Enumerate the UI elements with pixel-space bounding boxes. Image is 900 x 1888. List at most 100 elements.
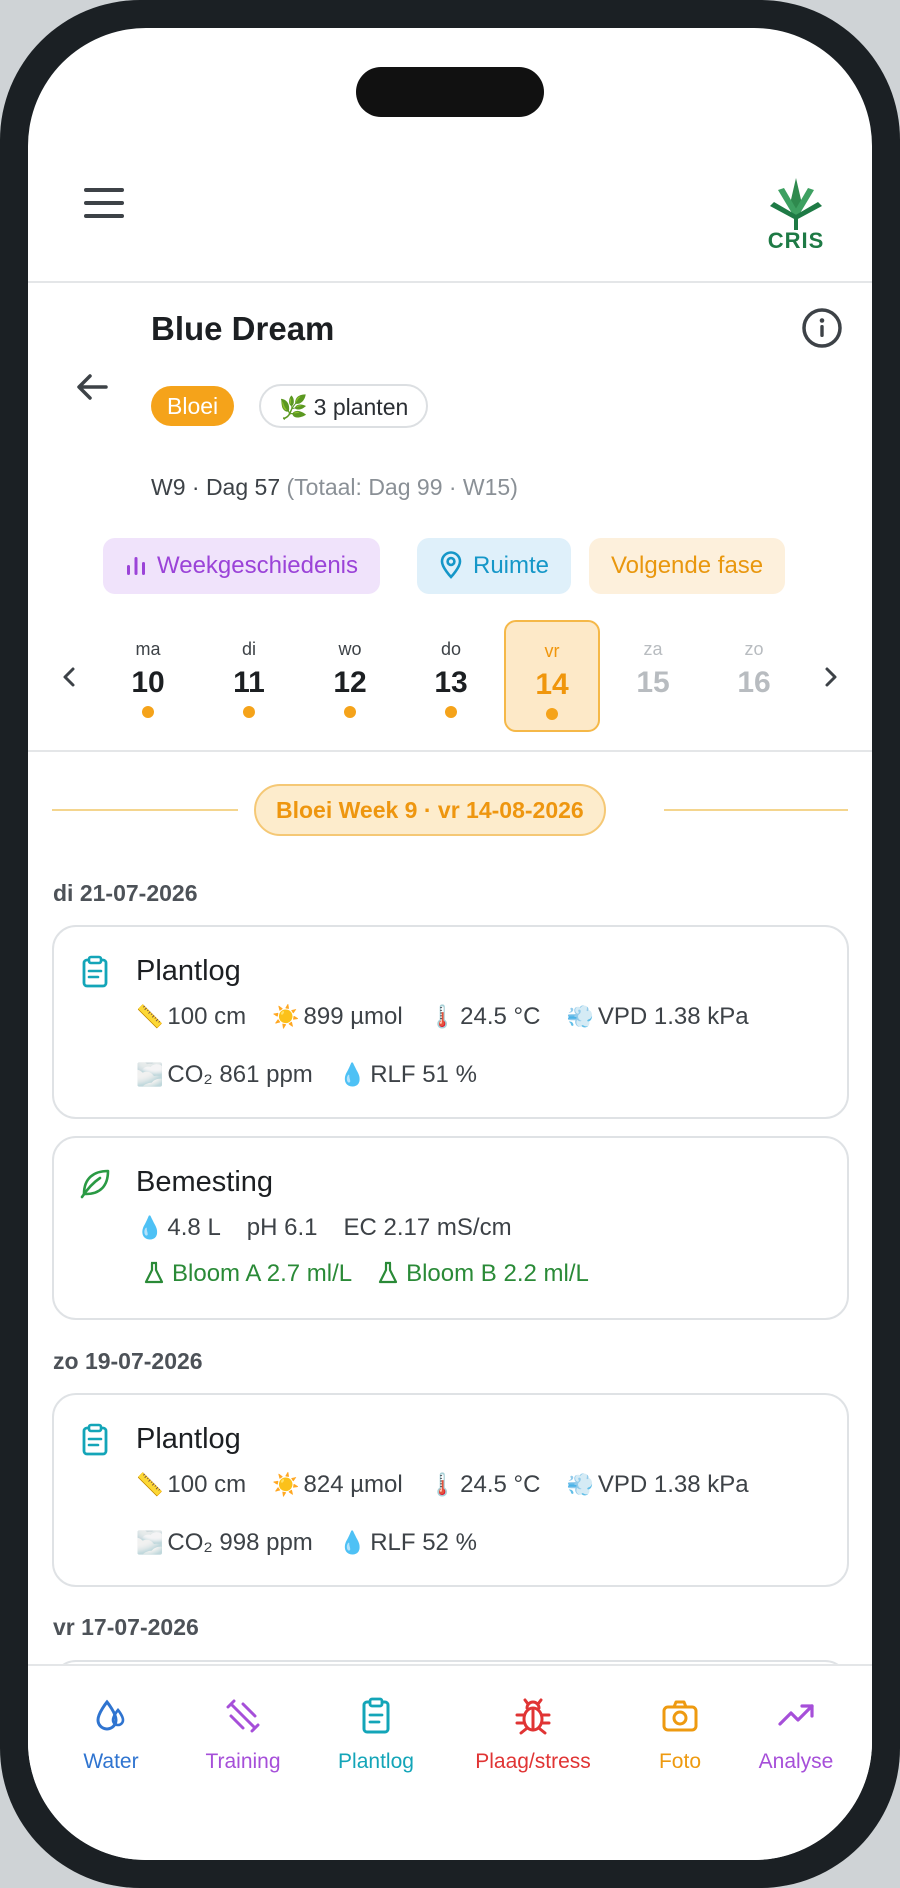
- day-name: do: [440, 639, 462, 659]
- nav-pest-stress[interactable]: Plaag/stress: [458, 1696, 608, 1774]
- card-title: Plantlog: [136, 955, 241, 987]
- hamburger-menu-icon[interactable]: [84, 188, 124, 222]
- ph-value: pH 6.1: [246, 1214, 318, 1241]
- thermometer-icon: 🌡️: [428, 1472, 457, 1497]
- week-banner: Bloei Week 9 · vr 14-08-2026: [254, 784, 606, 836]
- next-phase-button[interactable]: Volgende fase: [589, 538, 786, 594]
- total-days-label: (Totaal: Dag 99 · W15): [286, 474, 518, 500]
- app-screen: CRIS Blue Dream Bloei 🌿 3 planten W9 · Da…: [28, 28, 872, 1860]
- app-logo: CRIS: [748, 176, 844, 254]
- height-value: 100 cm: [167, 1003, 247, 1030]
- clipboard-icon: [362, 1697, 390, 1734]
- fog-icon: 🌫️: [136, 1530, 164, 1555]
- day-number: 14: [535, 668, 569, 701]
- humidity-value: RLF 51 %: [370, 1061, 477, 1088]
- plantlog-card[interactable]: Plantlog 📏 100 cm ☀️ 899 µmol 🌡️ 24.5 °C 💨 VPD …: [52, 925, 849, 1119]
- day-name: di: [241, 639, 256, 659]
- day-name: ma: [135, 639, 161, 659]
- ruler-icon: 📏: [136, 1004, 164, 1029]
- week-history-label: Weekgeschiedenis: [157, 552, 359, 579]
- map-pin-icon: [440, 550, 462, 579]
- wind-icon: 💨: [566, 1004, 594, 1029]
- bug-icon: [515, 1698, 551, 1735]
- next-week-chevron-icon[interactable]: [816, 662, 846, 692]
- nutrient-a-value: Bloom A 2.7 ml/L: [172, 1260, 353, 1287]
- nav-plantlog[interactable]: Plantlog: [321, 1696, 431, 1774]
- card-title: Bemesting: [136, 1166, 274, 1198]
- logo-text: CRIS: [767, 228, 825, 253]
- thermometer-icon: 🌡️: [428, 1004, 457, 1029]
- phone-frame: CRIS Blue Dream Bloei 🌿 3 planten W9 · Da…: [0, 0, 900, 1888]
- day-wo[interactable]: wo 12: [302, 620, 398, 732]
- nav-analysis[interactable]: Analyse: [746, 1696, 846, 1774]
- nav-label: Plaag/stress: [475, 1750, 591, 1773]
- leaf-icon: [78, 1166, 112, 1200]
- water-drops-icon: [96, 1699, 125, 1731]
- trend-up-icon: [778, 1704, 814, 1726]
- entry-date-header: zo 19-07-2026: [53, 1348, 203, 1374]
- previous-week-chevron-icon[interactable]: [54, 662, 84, 692]
- entry-indicator-dot: [344, 706, 356, 718]
- divider-left: [52, 809, 238, 811]
- day-number: 11: [233, 666, 265, 699]
- plantlog-metrics-row: 📏 100 cm ☀️ 824 µmol 🌡️ 24.5 °C 💨 VPD 1.38 kPa: [136, 1471, 749, 1499]
- plants-badge[interactable]: 🌿 3 planten: [259, 384, 429, 428]
- ruler-icon: 📏: [136, 1472, 164, 1497]
- dynamic-island: [356, 67, 544, 117]
- nav-label: Plantlog: [338, 1750, 414, 1773]
- drop-icon: 💧: [136, 1215, 164, 1240]
- feeding-card[interactable]: Bemesting 💧 4.8 L pH 6.1 EC 2.17 mS/cm Bloo…: [52, 1136, 849, 1320]
- sun-icon: ☀️: [272, 1472, 300, 1497]
- light-value: 899 µmol: [303, 1003, 403, 1030]
- plantlog-card[interactable]: Plantlog 📏 100 cm ☀️ 824 µmol 🌡️ 24.5 °C 💨 VPD …: [52, 1393, 849, 1587]
- co2-value: CO₂ 998 ppm: [167, 1529, 313, 1556]
- nav-label: Analyse: [758, 1750, 834, 1773]
- room-button[interactable]: Ruimte: [417, 538, 572, 594]
- bar-chart-icon: [127, 556, 145, 575]
- day-vr[interactable]: vr 14: [504, 620, 600, 732]
- feeding-metrics-row: 💧 4.8 L pH 6.1 EC 2.17 mS/cm: [136, 1214, 512, 1242]
- divider-right: [664, 809, 848, 811]
- nav-water[interactable]: Water: [66, 1696, 156, 1774]
- info-icon[interactable]: [801, 307, 843, 349]
- day-ma[interactable]: ma 10: [100, 620, 196, 732]
- entry-indicator-dot: [445, 706, 457, 718]
- entry-indicator-dot: [546, 708, 558, 720]
- flask-icon: [144, 1261, 164, 1283]
- fog-icon: 🌫️: [136, 1062, 164, 1087]
- week-day-label: W9 · Dag 57: [151, 474, 281, 500]
- temperature-value: 24.5 °C: [460, 1471, 541, 1498]
- clipboard-icon: [78, 1423, 112, 1457]
- page-title: Blue Dream: [151, 310, 335, 347]
- drop-icon: 💧: [338, 1530, 367, 1555]
- day-number: 13: [434, 666, 468, 699]
- day-do[interactable]: do 13: [403, 620, 499, 732]
- phase-badge: Bloei: [151, 386, 235, 426]
- day-number: 16: [737, 666, 771, 699]
- week-history-button[interactable]: Weekgeschiedenis: [103, 538, 381, 594]
- card-title: Plantlog: [136, 1423, 241, 1455]
- vpd-value: VPD 1.38 kPa: [597, 1471, 749, 1498]
- day-di[interactable]: di 11: [201, 620, 297, 732]
- day-za[interactable]: za 15: [605, 620, 701, 732]
- nav-training[interactable]: Training: [183, 1696, 303, 1774]
- entry-date-header: di 21-07-2026: [53, 880, 198, 906]
- nav-label: Water: [83, 1750, 139, 1773]
- vpd-value: VPD 1.38 kPa: [597, 1003, 749, 1030]
- nav-photo[interactable]: Foto: [640, 1696, 720, 1774]
- week-day-info: W9 · Dag 57 (Totaal: Dag 99 · W15): [151, 474, 518, 501]
- top-bar: CRIS: [28, 138, 872, 283]
- sun-icon: ☀️: [272, 1004, 300, 1029]
- day-name: za: [643, 639, 663, 659]
- back-arrow-icon[interactable]: [70, 364, 116, 410]
- camera-icon: [662, 1700, 698, 1732]
- day-zo[interactable]: zo 16: [706, 620, 802, 732]
- co2-value: CO₂ 861 ppm: [167, 1061, 313, 1088]
- plantlog-metrics-row-2: 🌫️ CO₂ 861 ppm 💧 RLF 51 %: [136, 1061, 477, 1089]
- day-name: zo: [744, 639, 764, 659]
- clipboard-icon: [78, 955, 112, 989]
- nutrients-row: Bloom A 2.7 ml/L Bloom B 2.2 ml/L: [144, 1260, 589, 1288]
- flask-icon: [378, 1261, 398, 1283]
- entry-date-header: vr 17-07-2026: [53, 1614, 199, 1640]
- plants-count-label: 3 planten: [313, 394, 409, 420]
